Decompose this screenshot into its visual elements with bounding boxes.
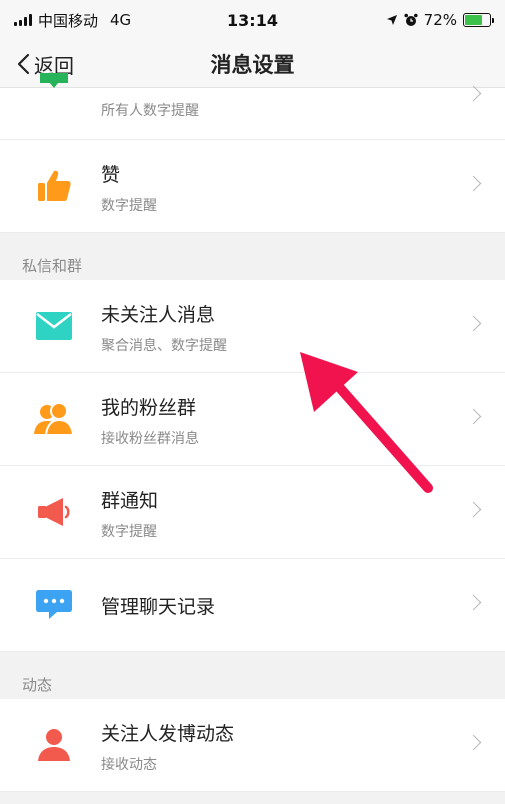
list-item-title: 我的粉丝群 <box>101 397 197 419</box>
section-header-feed: 动态 <box>0 652 505 699</box>
thumbs-up-icon <box>32 168 76 204</box>
list-item-all-mentions[interactable]: 所有人数字提醒 <box>0 73 505 140</box>
person-icon <box>32 727 76 763</box>
network-label: 4G <box>110 11 132 29</box>
list-item-subtitle: 接收粉丝群消息 <box>101 431 199 447</box>
list-item-subtitle: 数字提醒 <box>101 198 157 214</box>
battery-icon <box>463 13 494 27</box>
list-item-title: 群通知 <box>101 490 159 512</box>
status-left: 中国移动 4G <box>14 10 189 31</box>
list-item-subtitle: 接收动态 <box>101 757 157 773</box>
list-item-fan-groups[interactable]: 我的粉丝群 接收粉丝群消息 <box>0 373 505 466</box>
status-right: 72% <box>316 11 494 29</box>
status-time: 13:14 <box>227 10 278 30</box>
list-item-manage-chat-history[interactable]: 管理聊天记录 <box>0 559 505 652</box>
screen: 中国移动 4G 13:14 72% 返回 消息设置 所有人数字提醒 赞 数字提醒… <box>0 0 505 804</box>
list-item-subtitle: 聚合消息、数字提醒 <box>101 338 227 354</box>
list-item-followee-posts[interactable]: 关注人发博动态 接收动态 <box>0 699 505 792</box>
list-item-like[interactable]: 赞 数字提醒 <box>0 140 505 233</box>
section-header-private: 私信和群 <box>0 233 505 280</box>
page-title: 消息设置 <box>210 52 295 77</box>
location-icon <box>386 15 397 25</box>
list-item-group-notices[interactable]: 群通知 数字提醒 <box>0 466 505 559</box>
chat-bubble-icon <box>32 587 76 623</box>
list-item-subtitle: 数字提醒 <box>101 524 157 540</box>
list-item-title: 关注人发博动态 <box>101 723 235 745</box>
envelope-icon <box>32 308 76 344</box>
settings-list: 所有人数字提醒 赞 数字提醒 私信和群 未关注人消息 聚合消息、数字提醒 我的粉… <box>0 73 505 792</box>
chevron-right-icon <box>465 501 482 518</box>
chevron-left-icon <box>17 53 30 75</box>
chevron-right-icon <box>465 408 482 425</box>
battery-percent: 72% <box>423 11 457 29</box>
megaphone-icon <box>32 494 76 530</box>
chevron-right-icon <box>465 175 482 192</box>
chevron-right-icon <box>465 85 482 102</box>
fan-group-icon <box>32 401 76 437</box>
message-icon <box>32 70 76 106</box>
list-item-title: 管理聊天记录 <box>101 596 216 618</box>
chevron-right-icon <box>465 594 482 611</box>
list-item-title: 未关注人消息 <box>101 304 216 326</box>
signal-icon <box>14 14 32 26</box>
status-bar: 中国移动 4G 13:14 72% <box>0 0 505 40</box>
carrier-label: 中国移动 <box>38 11 99 30</box>
list-item-title: 赞 <box>101 164 121 186</box>
chevron-right-icon <box>465 734 482 751</box>
list-item-stranger-messages[interactable]: 未关注人消息 聚合消息、数字提醒 <box>0 280 505 373</box>
chevron-right-icon <box>465 315 482 332</box>
alarm-icon <box>404 13 418 26</box>
list-item-subtitle: 所有人数字提醒 <box>101 103 199 119</box>
